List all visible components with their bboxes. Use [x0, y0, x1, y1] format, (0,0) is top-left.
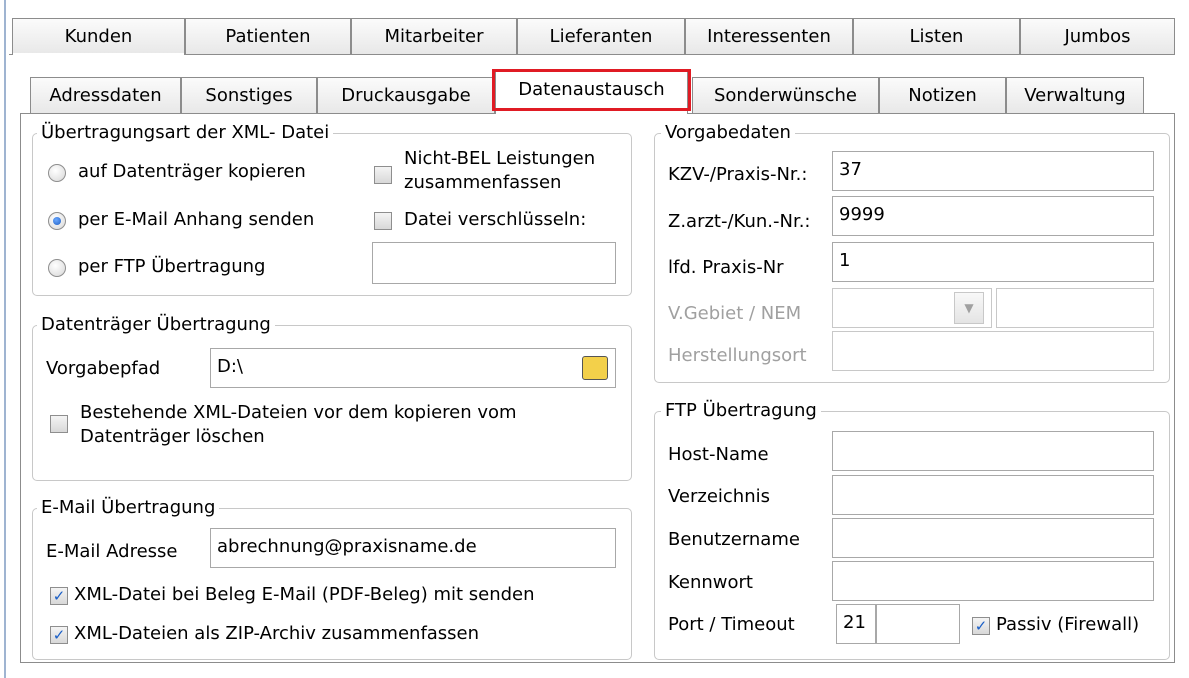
checkbox-pdf-attach[interactable]: ✓ — [50, 587, 68, 605]
tab-lieferanten[interactable]: Lieferanten — [517, 18, 685, 54]
tab-kunden[interactable]: Kunden — [12, 18, 185, 54]
tab-sonstiges[interactable]: Sonstiges — [181, 77, 317, 113]
user-label: Benutzername — [668, 529, 800, 550]
check-icon: ✓ — [52, 587, 66, 605]
kzv-input[interactable]: 37 — [832, 151, 1154, 191]
chevron-down-icon[interactable]: ▼ — [954, 292, 984, 324]
path-input[interactable]: D:\ — [210, 348, 616, 388]
host-input[interactable] — [832, 431, 1154, 471]
checkbox-zip[interactable]: ✓ — [50, 626, 68, 644]
port-label: Port / Timeout — [668, 614, 795, 635]
check-icon: ✓ — [52, 626, 66, 644]
tab-jumbos[interactable]: Jumbos — [1020, 18, 1175, 54]
radio-ftp[interactable] — [48, 259, 66, 277]
zarzt-label: Z.arzt-/Kun.-Nr.: — [668, 211, 811, 232]
tab-druckausgabe[interactable]: Druckausgabe — [317, 77, 495, 113]
lfd-input[interactable]: 1 — [832, 242, 1154, 282]
pass-input[interactable] — [832, 561, 1154, 601]
host-label: Host-Name — [668, 444, 769, 465]
dir-label: Verzeichnis — [668, 486, 771, 507]
checkbox-encrypt[interactable] — [374, 212, 392, 230]
tab-notizen[interactable]: Notizen — [879, 77, 1006, 113]
checkbox-passive[interactable]: ✓ — [972, 617, 990, 635]
radio-ftp-label: per FTP Übertragung — [78, 256, 266, 277]
tab-sonderwuensche[interactable]: Sonderwünsche — [692, 77, 879, 113]
dir-input[interactable] — [832, 475, 1154, 515]
highlight-box — [492, 69, 691, 111]
group-title: Datenträger Übertragung — [37, 313, 275, 337]
tab-adressdaten[interactable]: Adressdaten — [30, 77, 181, 113]
herst-label: Herstellungsort — [668, 345, 807, 366]
radio-email[interactable] — [48, 212, 66, 230]
lfd-label: lfd. Praxis-Nr — [668, 257, 784, 278]
path-label: Vorgabepfad — [46, 358, 161, 379]
passive-label: Passiv (Firewall) — [996, 614, 1140, 635]
tab-interessenten[interactable]: Interessenten — [685, 18, 853, 54]
checkbox-encrypt-label: Datei verschlüsseln: — [404, 209, 587, 230]
pass-label: Kennwort — [668, 572, 753, 593]
radio-copy-label: auf Datenträger kopieren — [78, 161, 306, 182]
active-tab-joiner — [13, 53, 184, 56]
checkbox-nichtbel-label-2: zusammenfassen — [404, 172, 562, 193]
herst-input[interactable] — [832, 331, 1154, 371]
zarzt-input[interactable]: 9999 — [832, 196, 1154, 236]
vgebiet-label: V.Gebiet / NEM — [668, 303, 802, 324]
email-label: E-Mail Adresse — [46, 541, 178, 562]
checkbox-delete-label-1: Bestehende XML-Dateien vor dem kopieren … — [80, 402, 517, 423]
vgebiet-extra-input[interactable] — [996, 288, 1154, 328]
tab-patienten[interactable]: Patienten — [185, 18, 351, 54]
group-title: Übertragungsart der XML- Datei — [37, 121, 334, 145]
checkbox-nichtbel[interactable] — [374, 166, 392, 184]
group-title: FTP Übertragung — [661, 399, 821, 423]
checkbox-pdf-label: XML-Datei bei Beleg E-Mail (PDF-Beleg) m… — [74, 584, 535, 605]
left-window-edge — [0, 0, 6, 678]
user-input[interactable] — [832, 518, 1154, 558]
checkbox-nichtbel-label-1: Nicht-BEL Leistungen — [404, 148, 596, 169]
checkbox-delete-label-2: Datenträger löschen — [80, 426, 265, 447]
tab-listen[interactable]: Listen — [853, 18, 1020, 54]
tab-mitarbeiter[interactable]: Mitarbeiter — [351, 18, 517, 54]
kzv-label: KZV-/Praxis-Nr.: — [668, 164, 808, 185]
checkbox-zip-label: XML-Dateien als ZIP-Archiv zusammenfasse… — [74, 623, 480, 644]
timeout-input[interactable] — [876, 604, 960, 644]
tab-verwaltung[interactable]: Verwaltung — [1006, 77, 1144, 113]
folder-open-icon[interactable] — [582, 356, 608, 380]
checkbox-delete-existing[interactable] — [50, 415, 68, 433]
group-title: Vorgabedaten — [661, 121, 795, 145]
port-input[interactable]: 21 — [836, 604, 876, 644]
encrypt-key-input[interactable] — [372, 242, 616, 284]
group-title: E-Mail Übertragung — [37, 496, 220, 520]
email-input[interactable]: abrechnung@praxisname.de — [210, 528, 616, 568]
radio-copy[interactable] — [48, 164, 66, 182]
check-icon: ✓ — [974, 617, 988, 635]
radio-email-label: per E-Mail Anhang senden — [78, 209, 315, 230]
